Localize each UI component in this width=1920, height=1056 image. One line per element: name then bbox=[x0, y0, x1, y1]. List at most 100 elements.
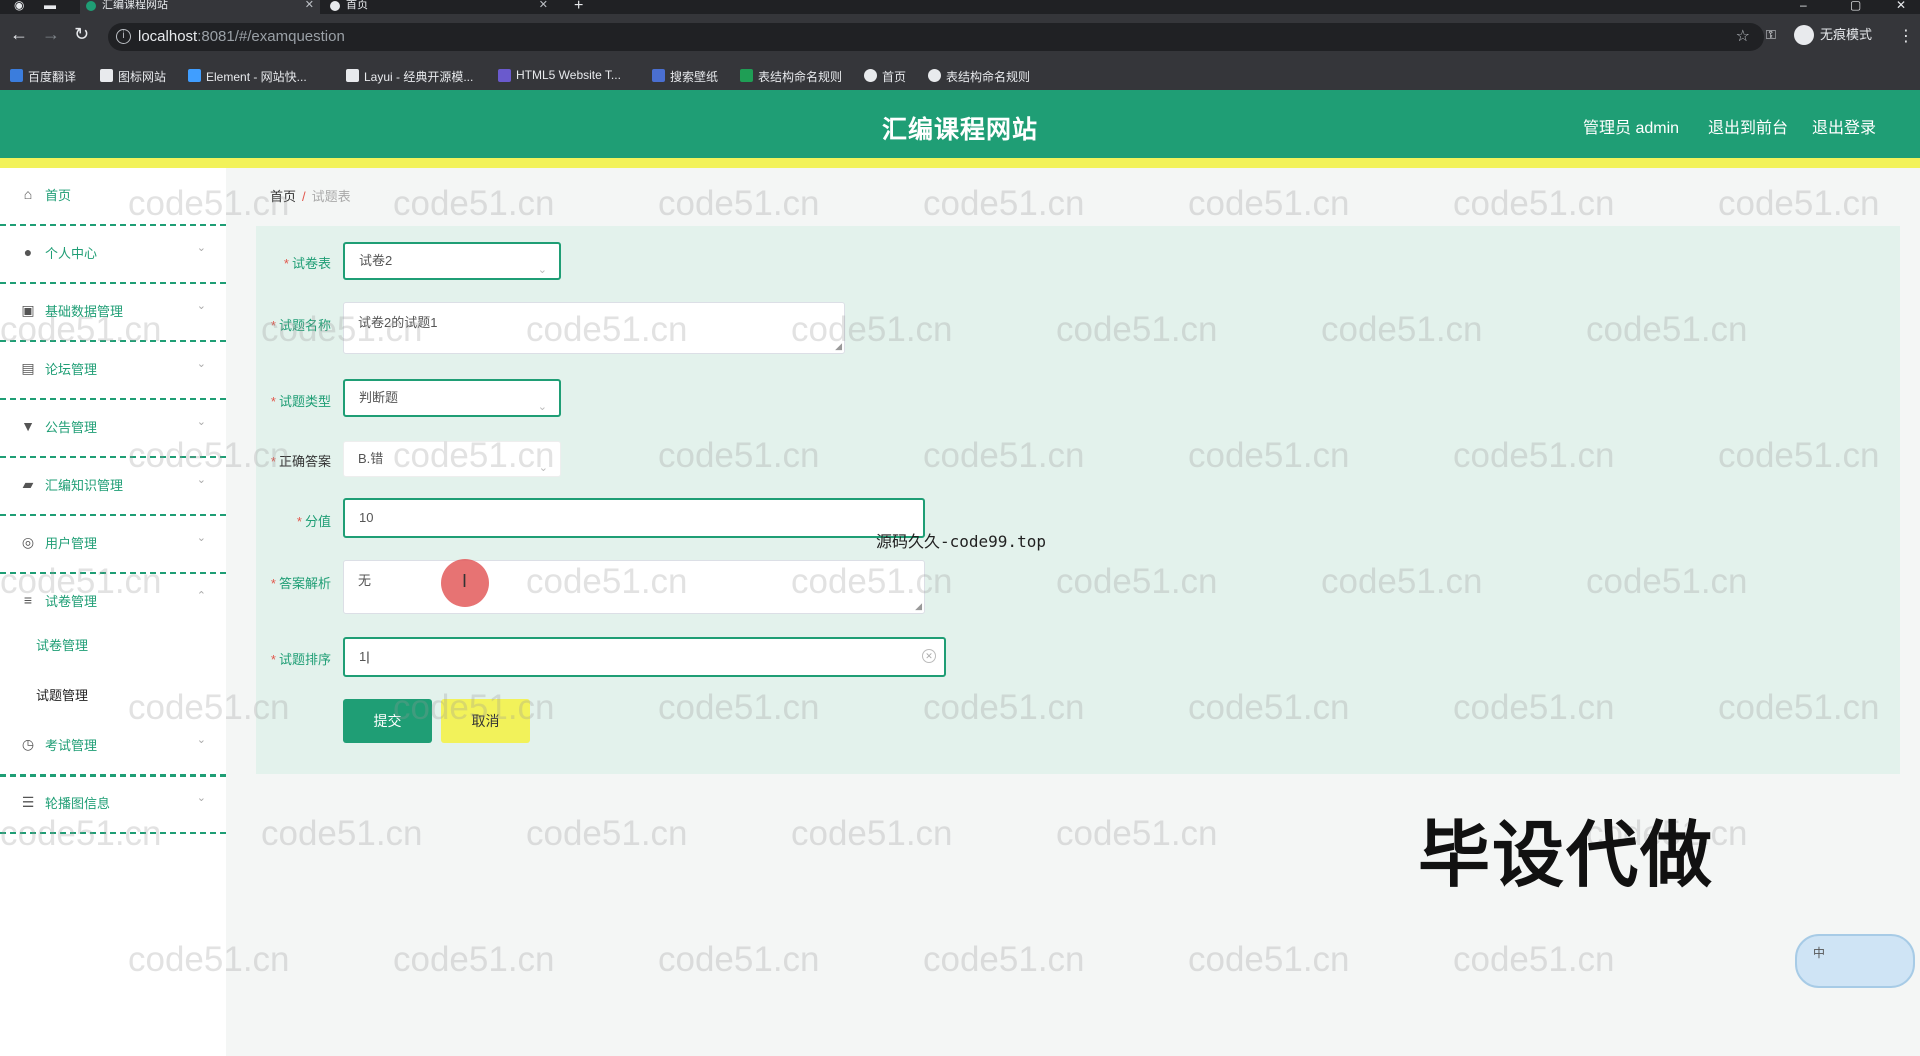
url-field[interactable]: i localhost:8081/#/examquestion ☆ bbox=[108, 23, 1764, 51]
sidebar-item-forum[interactable]: ▤ 论坛管理 ⌄ bbox=[0, 342, 226, 400]
address-bar-row: ← → ↻ i localhost:8081/#/examquestion ☆ … bbox=[0, 14, 1920, 60]
question-type-label: * 试题类型 bbox=[270, 394, 331, 409]
home-icon: ⌂ bbox=[23, 186, 33, 202]
exam-paper-value: 试卷2 bbox=[359, 253, 393, 268]
question-type-value: 判断题 bbox=[359, 390, 399, 405]
sidebar-subitem-paper[interactable]: 试卷管理 bbox=[36, 635, 88, 654]
minimize-icon[interactable]: – bbox=[1800, 0, 1807, 12]
ime-floating-widget[interactable]: 中 bbox=[1795, 934, 1915, 988]
watermark: code51.cn bbox=[923, 940, 1085, 979]
sidebar: ⌂ 首页 ● 个人中心 ⌄ ▣ 基础数据管理 ⌄ ▤ 论坛管理 ⌄ ▼ 公告管理… bbox=[0, 168, 226, 1056]
maximize-icon[interactable]: ▢ bbox=[1850, 0, 1861, 12]
bookmark-item[interactable]: 表结构命名规则 bbox=[740, 68, 842, 85]
sidebar-item-personal[interactable]: ● 个人中心 ⌄ bbox=[0, 226, 226, 284]
tab-active[interactable]: 汇编课程网站 ✕ bbox=[80, 0, 320, 14]
logout-link[interactable]: 退出登录 bbox=[1812, 114, 1876, 138]
sidebar-item-announcement[interactable]: ▼ 公告管理 ⌄ bbox=[0, 400, 226, 458]
resize-handle-icon[interactable]: ◢ bbox=[835, 341, 842, 352]
bookmark-item[interactable]: 首页 bbox=[864, 68, 906, 85]
exam-paper-label: * 试卷表 bbox=[283, 256, 331, 271]
back-icon[interactable]: ← bbox=[10, 24, 28, 45]
browser-menu-kebab-icon[interactable]: ⋮ bbox=[1898, 26, 1914, 46]
tab-search-icon[interactable]: ▬ bbox=[44, 0, 56, 12]
question-name-textarea[interactable]: 试卷2的试题1 ◢ bbox=[343, 302, 845, 354]
score-input[interactable]: 10 bbox=[343, 498, 925, 538]
chevron-down-icon: ⌄ bbox=[196, 474, 206, 486]
resize-handle-icon[interactable]: ◢ bbox=[915, 601, 922, 612]
score-value: 10 bbox=[359, 510, 374, 525]
bookmark-star-icon[interactable]: ☆ bbox=[1736, 23, 1750, 51]
breadcrumb: 首页 / 试题表 bbox=[270, 186, 351, 205]
sidebar-item-basic-data[interactable]: ▣ 基础数据管理 ⌄ bbox=[0, 284, 226, 342]
bookmark-item[interactable]: Layui - 经典开源模... bbox=[346, 68, 473, 85]
globe-icon bbox=[864, 69, 877, 82]
watermark: code51.cn bbox=[658, 940, 820, 979]
bookmark-item[interactable]: 百度翻译 bbox=[10, 68, 76, 85]
browser-menu-icon[interactable]: ◉ bbox=[14, 0, 24, 12]
question-type-select[interactable]: 判断题 ⌄ bbox=[343, 379, 561, 417]
correct-answer-select[interactable]: B.错 ⌄ bbox=[343, 441, 561, 477]
order-input[interactable]: 1| ✕ bbox=[343, 637, 946, 677]
close-tab-icon[interactable]: ✕ bbox=[305, 0, 314, 11]
watermark: code51.cn bbox=[393, 940, 555, 979]
watermark: code51.cn bbox=[658, 184, 820, 223]
bookmark-item[interactable]: 搜索壁纸 bbox=[652, 68, 718, 85]
url-path: :8081/#/examquestion bbox=[197, 28, 345, 45]
sidebar-item-knowledge[interactable]: ▰ 汇编知识管理 ⌄ bbox=[0, 458, 226, 516]
user-icon: ● bbox=[23, 244, 33, 260]
clock-icon: ◷ bbox=[21, 736, 35, 752]
sidebar-item-exam-paper[interactable]: ≡ 试卷管理 ⌃ bbox=[0, 574, 226, 632]
source-watermark: 源码久久-code99.top bbox=[876, 532, 1046, 551]
sidebar-item-label: 公告管理 bbox=[45, 420, 98, 435]
cancel-button[interactable]: 取消 bbox=[441, 699, 530, 743]
sidebar-item-home[interactable]: ⌂ 首页 bbox=[0, 168, 226, 226]
clear-input-icon[interactable]: ✕ bbox=[922, 649, 936, 663]
sidebar-item-label: 轮播图信息 bbox=[45, 796, 111, 811]
forum-icon: ▤ bbox=[21, 360, 35, 376]
score-label: * 分值 bbox=[296, 514, 331, 529]
sidebar-subitem-question[interactable]: 试题管理 bbox=[36, 685, 88, 704]
watermark: code51.cn bbox=[1453, 940, 1615, 979]
sidebar-item-carousel[interactable]: ☰ 轮播图信息 ⌄ bbox=[0, 776, 226, 834]
app-header: 汇编课程网站 管理员 admin 退出到前台 退出登录 bbox=[0, 90, 1920, 158]
incognito-icon bbox=[1794, 25, 1814, 45]
users-icon: ◎ bbox=[21, 534, 35, 550]
analysis-textarea[interactable]: 无 ◢ bbox=[343, 560, 925, 614]
tab-home[interactable]: 首页 ✕ bbox=[324, 0, 554, 14]
sidebar-item-users[interactable]: ◎ 用户管理 ⌄ bbox=[0, 516, 226, 574]
sidebar-item-label: 论坛管理 bbox=[45, 362, 98, 377]
question-name-value: 试卷2的试题1 bbox=[358, 315, 438, 330]
reload-icon[interactable]: ↻ bbox=[74, 24, 89, 45]
chevron-down-icon: ⌄ bbox=[537, 264, 547, 276]
bookmark-item[interactable]: 表结构命名规则 bbox=[928, 68, 1030, 85]
key-icon[interactable]: ⚿ bbox=[1766, 27, 1776, 43]
bookmark-item[interactable]: Element - 网站快... bbox=[188, 68, 307, 85]
correct-answer-label: * 正确答案 bbox=[270, 454, 331, 469]
bookmarks-bar: 百度翻译 图标网站 Element - 网站快... Layui - 经典开源模… bbox=[0, 60, 1920, 90]
sidebar-item-label: 汇编知识管理 bbox=[45, 478, 124, 493]
back-to-front-link[interactable]: 退出到前台 bbox=[1708, 114, 1788, 138]
breadcrumb-home[interactable]: 首页 bbox=[270, 189, 296, 204]
flag-icon bbox=[100, 69, 113, 82]
announcement-icon: ▼ bbox=[21, 418, 35, 434]
profile-label: 无痕模式 bbox=[1820, 27, 1873, 42]
element-icon bbox=[188, 69, 201, 82]
close-window-icon[interactable]: ✕ bbox=[1896, 0, 1906, 12]
bookmark-item[interactable]: HTML5 Website T... bbox=[498, 68, 621, 82]
close-tab-icon[interactable]: ✕ bbox=[539, 0, 548, 11]
incognito-profile[interactable]: 无痕模式 bbox=[1794, 24, 1872, 46]
sidebar-item-exam[interactable]: ◷ 考试管理 ⌄ bbox=[0, 718, 226, 776]
promo-watermark: 毕设代做 bbox=[1418, 816, 1715, 896]
new-tab-icon[interactable]: + bbox=[574, 0, 583, 15]
site-info-icon[interactable]: i bbox=[116, 29, 131, 44]
submit-button[interactable]: 提交 bbox=[343, 699, 432, 743]
exam-paper-select[interactable]: 试卷2 ⌄ bbox=[343, 242, 561, 280]
sidebar-item-label: 考试管理 bbox=[45, 738, 98, 753]
list-icon: ≡ bbox=[23, 592, 33, 608]
bookmark-item[interactable]: 图标网站 bbox=[100, 68, 166, 85]
admin-label: 管理员 admin bbox=[1583, 120, 1680, 137]
forward-icon[interactable]: → bbox=[42, 24, 60, 45]
wallpaper-icon bbox=[652, 69, 665, 82]
watermark: code51.cn bbox=[526, 814, 688, 853]
globe-icon bbox=[928, 69, 941, 82]
